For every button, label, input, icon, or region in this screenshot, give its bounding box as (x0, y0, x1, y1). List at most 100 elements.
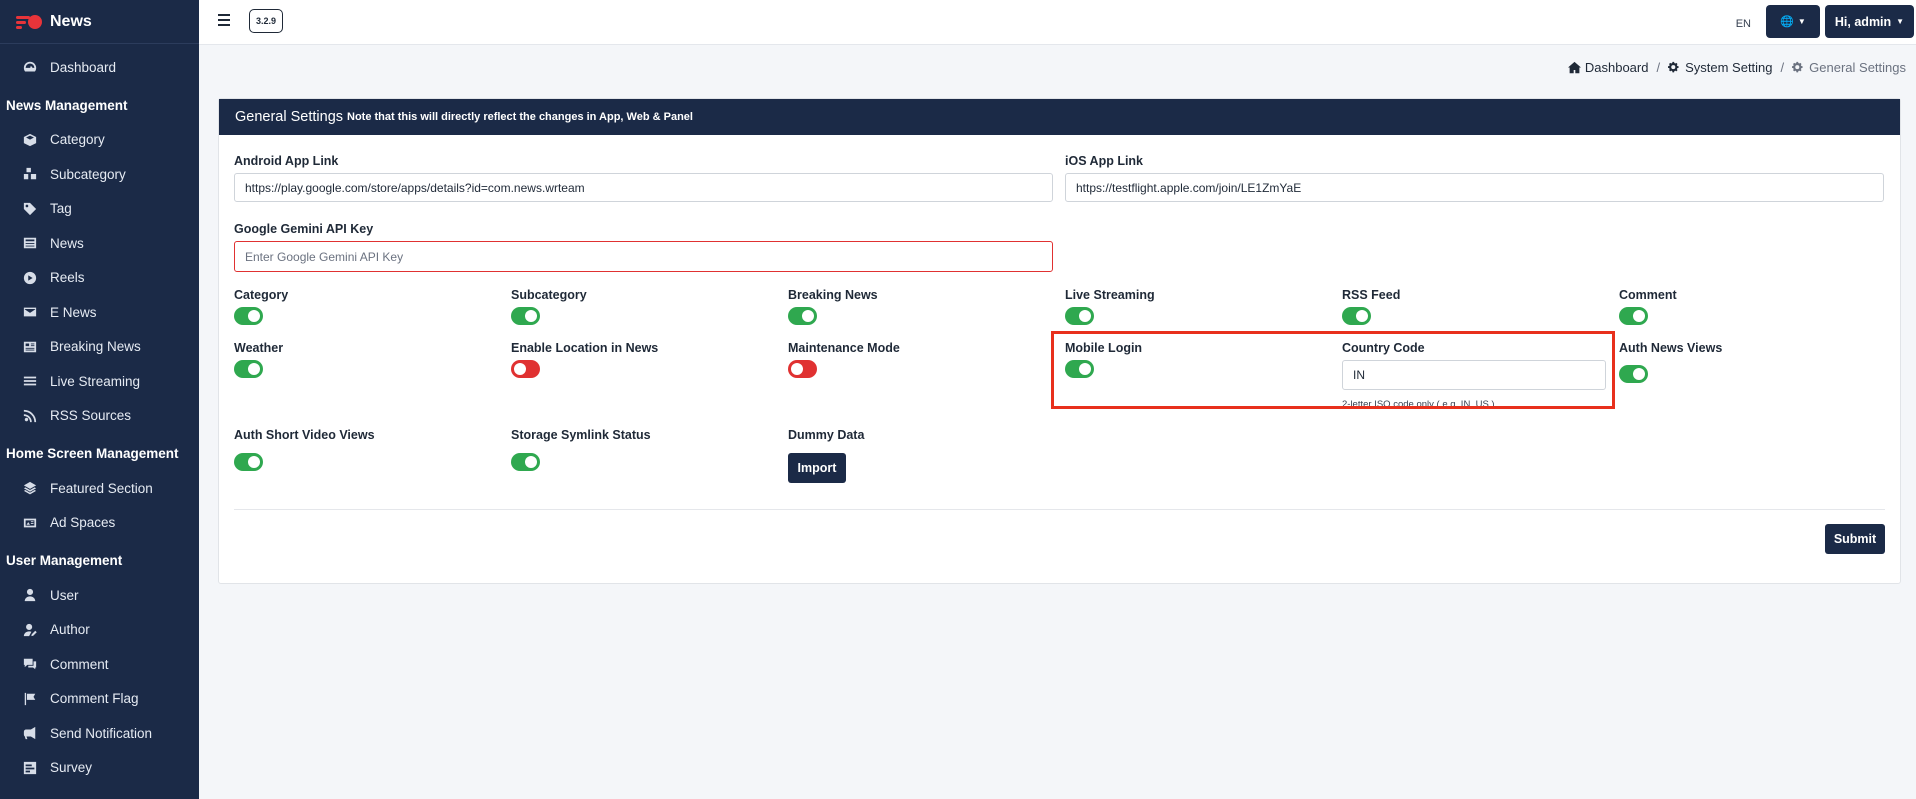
home-icon (1567, 61, 1581, 74)
sidebar-item-label: News (50, 235, 84, 251)
location-toggle-label: Enable Location in News (511, 341, 659, 355)
play-circle-icon (22, 271, 38, 285)
rss-feed-toggle[interactable] (1342, 307, 1371, 325)
sidebar-item-label: Featured Section (50, 480, 153, 496)
news-logo-icon (16, 14, 42, 29)
gears-icon (1792, 61, 1803, 73)
breadcrumb-general-settings: General Settings (1792, 60, 1906, 75)
auth-news-views-toggle[interactable] (1619, 365, 1648, 383)
android-app-link-label: Android App Link (234, 154, 339, 168)
sidebar-item-news[interactable]: News (0, 226, 199, 261)
sidebar-item-category[interactable]: Category (0, 123, 199, 158)
sidebar-item-label: Survey (50, 760, 93, 776)
version-badge: 3.2.9 (249, 9, 284, 33)
sidebar-item-comment-flag[interactable]: Comment Flag (0, 682, 199, 717)
mobile-login-toggle-label: Mobile Login (1065, 341, 1143, 355)
sidebar-item-comment[interactable]: Comment (0, 647, 199, 682)
sidebar-item-ad-spaces[interactable]: Ad Spaces (0, 506, 199, 541)
sidebar-item-featured-section[interactable]: Featured Section (0, 471, 199, 506)
comment-toggle-label: Comment (1619, 288, 1677, 302)
submit-button[interactable]: Submit (1825, 524, 1885, 554)
breadcrumb: Dashboard / System Setting / General Set… (1567, 60, 1906, 75)
sidebar-item-label: Send Notification (50, 725, 153, 741)
breaking-news-toggle-label: Breaking News (788, 288, 878, 302)
card-body: Android App Link iOS App Link Google Gem… (219, 135, 1900, 583)
comment-toggle[interactable] (1619, 307, 1648, 325)
sidebar-item-user[interactable]: User (0, 578, 199, 613)
ios-app-link-label: iOS App Link (1065, 154, 1144, 168)
sidebar-item-rss-sources[interactable]: RSS Sources (0, 399, 199, 434)
topbar: 3.2.9 EN 🌐 ▼ Hi, admin ▼ (199, 0, 1916, 45)
android-app-link-input[interactable] (234, 173, 1053, 202)
ios-app-link-input[interactable] (1065, 173, 1884, 202)
tag-icon (22, 202, 38, 216)
sidebar-item-label: RSS Sources (50, 408, 132, 424)
sidebar-item-label: Comment Flag (50, 691, 139, 707)
storage-symlink-toggle[interactable] (511, 453, 540, 471)
sidebar-item-label: Comment (50, 656, 109, 672)
bullhorn-icon (22, 726, 38, 740)
category-toggle[interactable] (234, 307, 263, 325)
auth-short-video-views-toggle-label: Auth Short Video Views (234, 428, 375, 442)
user-icon (22, 588, 38, 602)
card-note: Note that this will directly reflect the… (347, 111, 693, 123)
sidebar-item-author[interactable]: Author (0, 613, 199, 648)
live-streaming-toggle-label: Live Streaming (1065, 288, 1155, 302)
sidebar-item-label: Tag (50, 201, 72, 217)
subcategory-toggle[interactable] (511, 307, 540, 325)
breadcrumb-system-setting[interactable]: System Setting (1668, 60, 1773, 75)
sidebar-item-subcategory[interactable]: Subcategory (0, 157, 199, 192)
menu-toggle-icon[interactable] (218, 14, 230, 26)
location-toggle[interactable] (511, 360, 540, 378)
card-title: General Settings (235, 109, 344, 125)
storage-symlink-toggle-label: Storage Symlink Status (511, 428, 651, 442)
breaking-news-toggle[interactable] (788, 307, 817, 325)
sidebar-item-tag[interactable]: Tag (0, 192, 199, 227)
newspaper-icon (22, 340, 38, 354)
sidebar-section-title: News Management (6, 97, 128, 113)
brand[interactable]: News (0, 0, 199, 44)
weather-toggle-label: Weather (234, 341, 284, 355)
breadcrumb-label: Dashboard (1584, 60, 1649, 75)
live-streaming-toggle[interactable] (1065, 307, 1094, 325)
mobile-login-toggle[interactable] (1065, 360, 1094, 378)
bars-icon (22, 374, 38, 388)
sidebar-item-label: Live Streaming (50, 373, 141, 389)
maintenance-mode-toggle[interactable] (788, 360, 817, 378)
chevron-down-icon: ▼ (1797, 17, 1806, 26)
sidebar-item-label: Subcategory (50, 166, 126, 182)
sidebar-item-send-notification[interactable]: Send Notification (0, 716, 199, 751)
sidebar-item-label: E News (50, 304, 97, 320)
sidebar-item-label: Author (50, 622, 90, 638)
sidebar-item-live-streaming[interactable]: Live Streaming (0, 364, 199, 399)
general-settings-card: General Settings Note that this will dir… (218, 98, 1901, 584)
gemini-api-key-input[interactable] (234, 241, 1053, 272)
breadcrumb-dashboard[interactable]: Dashboard (1567, 60, 1649, 75)
poll-icon (22, 761, 38, 775)
sidebar-section-title: Home Screen Management (6, 446, 179, 461)
gemini-api-key-label: Google Gemini API Key (234, 222, 374, 236)
sidebar-item-reels[interactable]: Reels (0, 261, 199, 296)
sidebar-nav: Dashboard News Management Category Subca… (0, 44, 199, 785)
sidebar-item-label: Reels (50, 270, 85, 286)
country-code-input[interactable] (1342, 360, 1606, 390)
sidebar-item-survey[interactable]: Survey (0, 751, 199, 786)
ad-icon (22, 516, 38, 530)
language-flag-icon: 🌐 (1780, 16, 1794, 28)
sidebar-item-label: Category (50, 132, 105, 148)
user-pen-icon (22, 623, 38, 637)
brand-name: News (50, 12, 92, 30)
weather-toggle[interactable] (234, 360, 263, 378)
sidebar-item-e-news[interactable]: E News (0, 295, 199, 330)
import-button[interactable]: Import (788, 453, 846, 483)
boxes-icon (22, 167, 38, 181)
layers-icon (22, 481, 38, 495)
sidebar-item-dashboard[interactable]: Dashboard (0, 50, 199, 85)
sidebar-item-breaking-news[interactable]: Breaking News (0, 330, 199, 365)
flag-icon (22, 692, 38, 706)
user-menu-button[interactable]: Hi, admin ▼ (1825, 5, 1914, 38)
auth-short-video-views-toggle[interactable] (234, 453, 263, 471)
language-dropdown-button[interactable]: 🌐 ▼ (1766, 5, 1820, 38)
sidebar-item-label: Dashboard (50, 59, 117, 75)
speedometer-icon (22, 60, 38, 74)
